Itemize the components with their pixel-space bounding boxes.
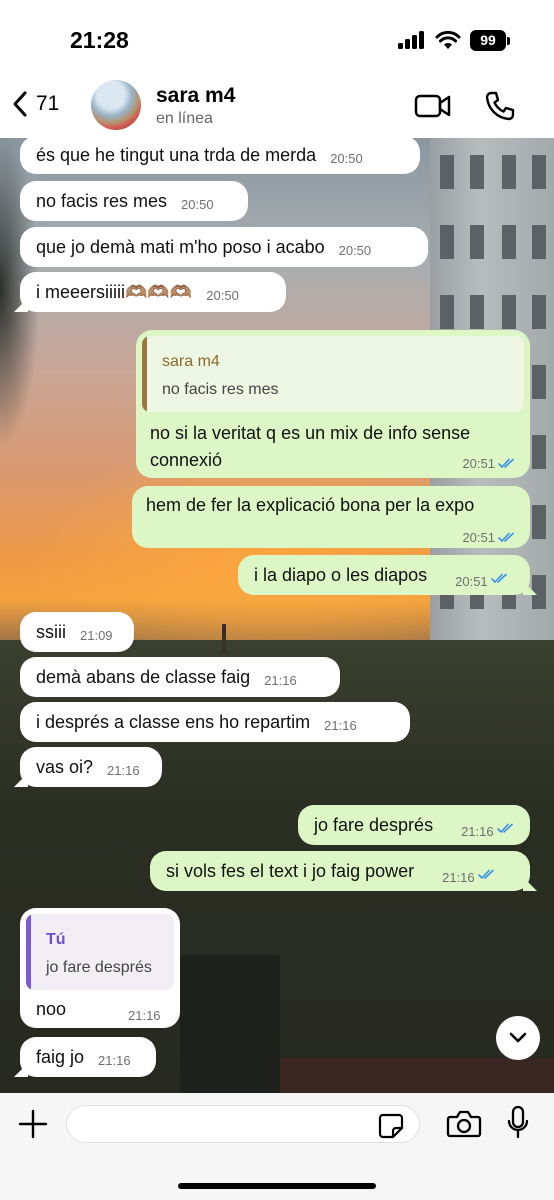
message-text: i la diapo o les diapos [254, 564, 428, 585]
message-time: 21:09 [80, 627, 113, 643]
quoted-message[interactable]: sara m4 no facis res mes [142, 336, 524, 412]
battery-indicator: 99 [470, 30, 506, 51]
message-text: no facis res mes [36, 190, 168, 211]
message-outgoing[interactable]: hem de fer la explicació bona per la exp… [132, 486, 530, 548]
quoted-message[interactable]: Tú jo fare després [26, 914, 174, 990]
scroll-to-bottom-button[interactable] [496, 1016, 540, 1060]
message-text-line: no si la veritat q es un mix de info sen… [150, 423, 471, 443]
message-incoming[interactable]: i meeersiiiii🫶🏽🫶🏽🫶🏽 20:50 [14, 272, 286, 312]
message-input[interactable] [81, 1106, 385, 1144]
message-incoming[interactable]: és que he tingut una trda de merda 20:50 [20, 138, 420, 174]
message-outgoing-reply[interactable]: sara m4 no facis res mes no si la verita… [136, 330, 530, 478]
message-text: hem de fer la explicació bona per la exp… [146, 495, 475, 515]
message-text: si vols fes el text i jo faig power [166, 860, 415, 881]
message-time: 21:16 [128, 1008, 161, 1023]
message-time: 21:16 [442, 869, 475, 885]
battery-tip [507, 37, 510, 45]
plus-icon[interactable] [18, 1109, 48, 1139]
video-camera-icon[interactable] [414, 92, 452, 120]
message-incoming[interactable]: no facis res mes 20:50 [20, 181, 248, 221]
status-bar: 21:28 99 [0, 0, 554, 78]
message-outgoing[interactable]: si vols fes el text i jo faig power 21:1… [150, 851, 537, 891]
unread-count: 71 [36, 92, 60, 115]
message-outgoing[interactable]: i la diapo o les diapos 20:51 [238, 555, 537, 595]
message-outgoing[interactable]: jo fare després 21:16 [298, 805, 530, 845]
message-text: demà abans de classe faig [36, 666, 251, 687]
quoted-text: no facis res mes [162, 381, 279, 398]
back-button[interactable]: 71 [12, 90, 59, 118]
message-list[interactable]: és que he tingut una trda de merda 20:50 … [0, 138, 554, 1093]
message-text: i després a classe ens ho repartim [36, 711, 311, 732]
message-text: i meeersiiiii🫶🏽🫶🏽🫶🏽 [36, 281, 193, 302]
read-receipt-icon [496, 823, 513, 833]
camera-icon[interactable] [446, 1109, 482, 1139]
message-incoming[interactable]: vas oi? 21:16 [14, 747, 162, 787]
message-time: 20:50 [338, 242, 372, 258]
message-time: 21:16 [107, 762, 140, 778]
presence-status: en línea [156, 110, 213, 127]
message-incoming[interactable]: ssiii 21:09 [20, 612, 134, 652]
cellular-signal-icon [398, 31, 428, 49]
message-incoming[interactable]: demà abans de classe faig 21:16 [20, 657, 340, 697]
message-time: 20:51 [455, 573, 488, 589]
message-time: 20:51 [462, 530, 495, 545]
read-receipt-icon [498, 532, 514, 543]
chat-header: 71 sara m4 en línea [0, 78, 554, 138]
avatar[interactable] [91, 80, 141, 130]
message-text: noo [36, 999, 67, 1019]
message-incoming[interactable]: faig jo 21:16 [14, 1037, 156, 1077]
read-receipt-icon [490, 573, 507, 583]
message-text: és que he tingut una trda de merda [36, 144, 317, 165]
message-time: 20:50 [181, 196, 214, 212]
message-time: 21:16 [264, 672, 297, 688]
microphone-icon[interactable] [506, 1105, 530, 1141]
read-receipt-icon [498, 458, 514, 469]
message-text: ssiii [36, 621, 66, 642]
status-time: 21:28 [70, 27, 129, 53]
message-text-line: connexió [150, 450, 223, 470]
message-time: 21:16 [98, 1052, 131, 1068]
phone-icon[interactable] [484, 90, 516, 122]
contact-name[interactable]: sara m4 [156, 84, 235, 108]
read-receipt-icon [477, 869, 494, 879]
message-text: que jo demà mati m'ho poso i acabo [36, 236, 325, 257]
message-text: vas oi? [36, 756, 94, 777]
wifi-icon [435, 30, 461, 49]
message-incoming[interactable]: que jo demà mati m'ho poso i acabo 20:50 [20, 227, 428, 267]
message-incoming[interactable]: i després a classe ens ho repartim 21:16 [20, 702, 410, 742]
quoted-author: sara m4 [162, 353, 220, 370]
message-time: 20:50 [330, 150, 363, 166]
message-text: faig jo [36, 1046, 85, 1067]
chevron-left-icon [13, 91, 27, 117]
message-incoming-reply[interactable]: Tú jo fare després noo 21:16 [20, 908, 180, 1028]
message-time: 21:16 [461, 823, 494, 839]
quoted-author: Tú [46, 931, 66, 948]
message-input-field[interactable] [66, 1105, 420, 1144]
message-time: 20:51 [462, 456, 495, 471]
message-time: 21:16 [324, 717, 357, 733]
home-indicator [178, 1183, 376, 1189]
chevron-down-icon [509, 1032, 527, 1043]
quoted-text: jo fare després [46, 959, 152, 976]
message-time: 20:50 [206, 287, 239, 303]
message-text: jo fare després [314, 814, 434, 835]
sticker-icon[interactable] [378, 1113, 404, 1139]
